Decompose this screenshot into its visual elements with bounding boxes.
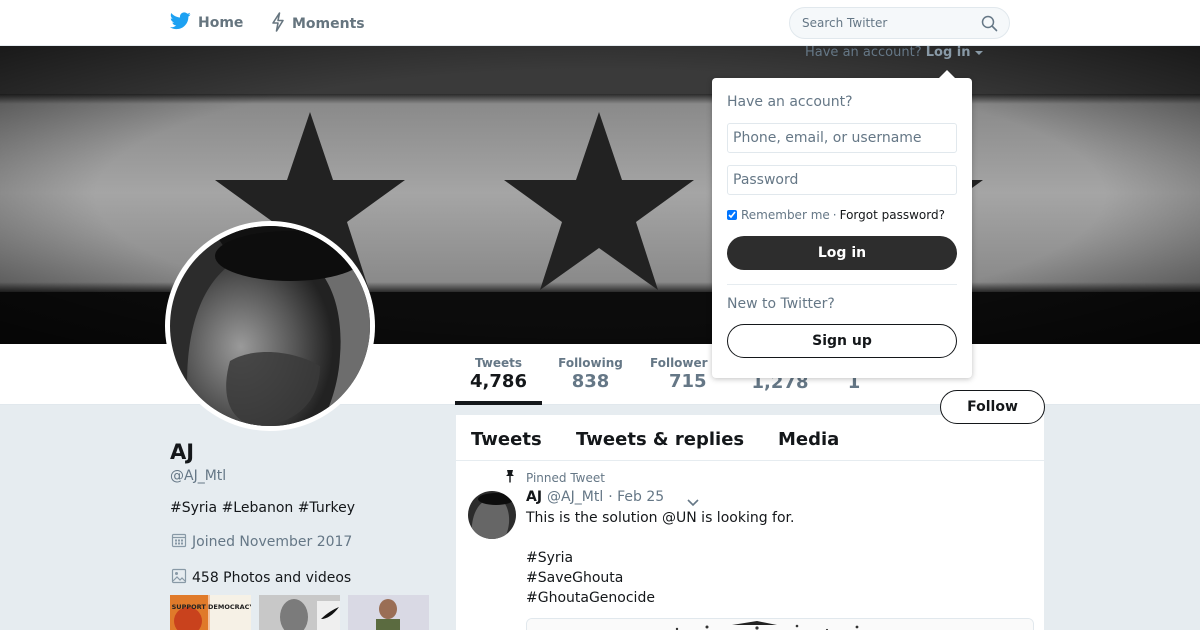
nav-home-label: Home: [198, 15, 244, 31]
search-box: [789, 7, 1010, 39]
tweet-text: This is the solution @UN is looking for.…: [526, 508, 794, 608]
stat-label: Following: [558, 356, 623, 370]
profile-name[interactable]: AJ: [170, 440, 194, 464]
joined-text: Joined November 2017: [192, 534, 353, 550]
tweet-avatar[interactable]: [468, 491, 516, 539]
password-field[interactable]: [727, 165, 957, 195]
twitter-bird-icon: [169, 12, 191, 34]
pinned-label: Pinned Tweet: [504, 469, 605, 486]
thumbnail-caption: SUPPORT DEMOCRACY IN SYRIA: [172, 603, 251, 611]
tweet-line[interactable]: #GhoutaGenocide: [526, 588, 794, 608]
remember-row: Remember me · Forgot password?: [727, 208, 945, 222]
login-trigger[interactable]: Have an account? Log in: [805, 45, 983, 60]
media-thumbnails: SUPPORT DEMOCRACY IN SYRIA: [170, 595, 429, 630]
tab-tweets-replies[interactable]: Tweets & replies: [576, 429, 744, 450]
nav-moments[interactable]: Moments: [271, 12, 365, 36]
tab-tweets[interactable]: Tweets: [471, 429, 542, 450]
search-input[interactable]: [802, 16, 972, 30]
divider: [727, 284, 957, 285]
lightning-icon: [271, 12, 285, 36]
follow-button[interactable]: Follow: [940, 390, 1045, 424]
profile-joined: Joined November 2017: [171, 532, 352, 552]
pinned-text: Pinned Tweet: [526, 470, 605, 485]
stat-label: Tweets: [474, 356, 523, 370]
forgot-password-link[interactable]: Forgot password?: [840, 208, 945, 222]
stat-value: 838: [571, 371, 610, 392]
login-prompt: Have an account?: [805, 45, 922, 60]
stat-following[interactable]: Following 838: [553, 356, 628, 392]
login-dropdown-title: Have an account?: [727, 94, 853, 110]
image-icon: [171, 568, 187, 588]
profile-handle[interactable]: @AJ_Mtl: [170, 468, 226, 484]
media-thumbnail[interactable]: [259, 595, 340, 630]
calendar-icon: [171, 532, 187, 552]
media-thumbnail[interactable]: [348, 595, 429, 630]
remember-checkbox[interactable]: [727, 210, 737, 220]
profile-bio: #Syria #Lebanon #Turkey: [170, 500, 355, 516]
tweet-line[interactable]: #SaveGhouta: [526, 568, 794, 588]
pin-icon: [504, 469, 516, 486]
stat-value: 4,786: [470, 371, 527, 392]
tweet-header: AJ @AJ_Mtl · Feb 25: [526, 489, 664, 505]
tweet-line: This is the solution @UN is looking for.: [526, 510, 795, 526]
timeline: Tweets Tweets & replies Media Pinned Twe…: [456, 415, 1044, 630]
tweet-media[interactable]: [526, 618, 1034, 630]
photos-count: 458 Photos and videos: [192, 570, 352, 586]
search-icon[interactable]: [981, 15, 998, 36]
profile-avatar[interactable]: [165, 221, 375, 431]
top-navigation: Home Moments: [0, 0, 1200, 46]
login-link[interactable]: Log in: [926, 45, 971, 60]
login-dropdown: Have an account? Remember me · Forgot pa…: [712, 70, 972, 378]
nav-moments-label: Moments: [292, 16, 365, 32]
tweet-line: [526, 528, 794, 548]
username-field[interactable]: [727, 123, 957, 153]
stat-tweets[interactable]: Tweets 4,786: [455, 356, 542, 392]
separator-dot: ·: [832, 208, 837, 222]
login-button[interactable]: Log in: [727, 236, 957, 270]
tweet-handle[interactable]: @AJ_Mtl: [547, 489, 603, 505]
tab-media[interactable]: Media: [778, 429, 839, 450]
nav-home[interactable]: Home: [169, 12, 244, 34]
media-thumbnail[interactable]: SUPPORT DEMOCRACY IN SYRIA: [170, 595, 251, 630]
signup-button[interactable]: Sign up: [727, 324, 957, 358]
active-tab-indicator: [455, 401, 542, 405]
tweet-author[interactable]: AJ: [526, 489, 542, 505]
caret-down-icon: [974, 51, 983, 55]
remember-label[interactable]: Remember me: [741, 208, 830, 222]
new-to-twitter-label: New to Twitter?: [727, 296, 835, 312]
tweet-date[interactable]: · Feb 25: [608, 489, 664, 505]
tweet-line[interactable]: #Syria: [526, 548, 794, 568]
photos-videos-link[interactable]: 458 Photos and videos: [171, 568, 351, 588]
